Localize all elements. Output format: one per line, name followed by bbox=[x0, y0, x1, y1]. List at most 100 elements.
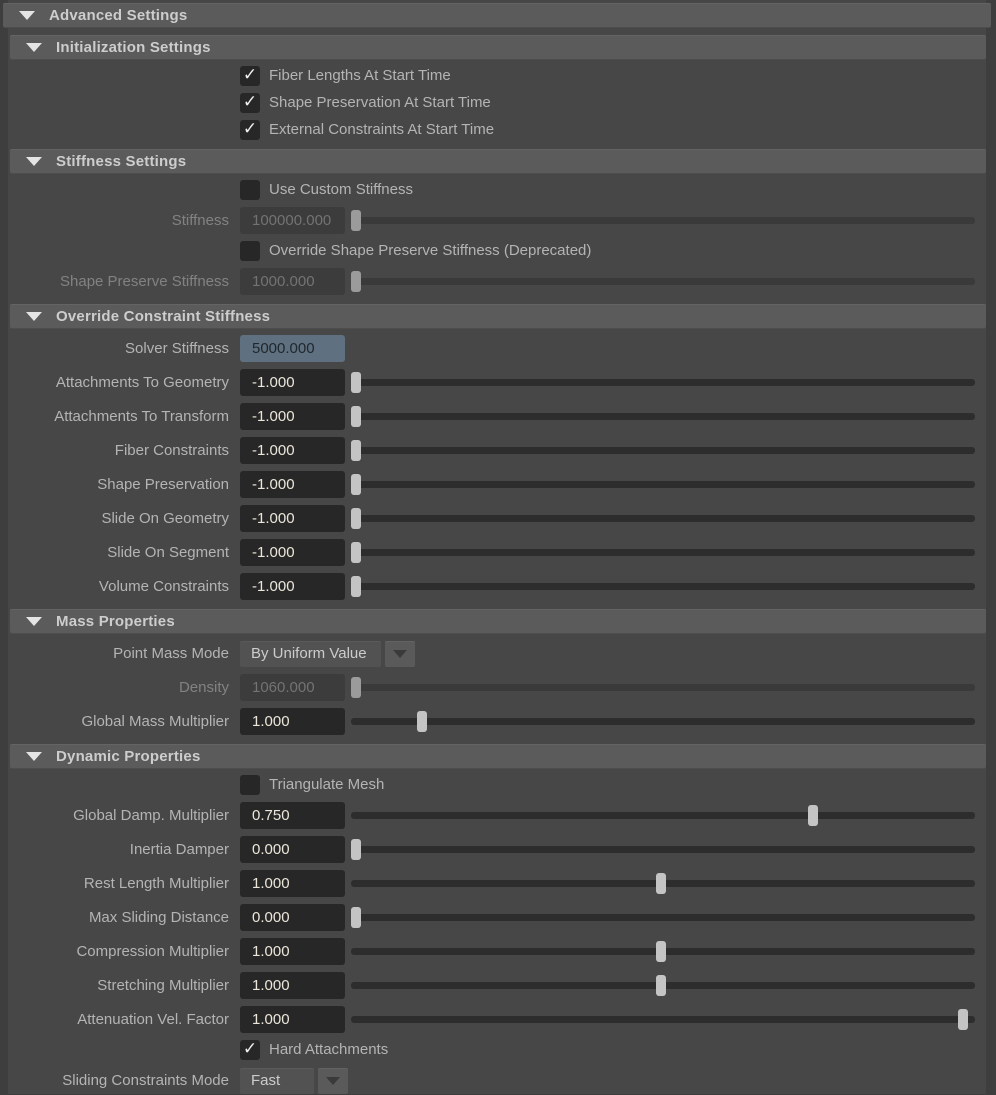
section-header-stiffness-settings[interactable]: Stiffness Settings bbox=[10, 149, 986, 174]
fiber-constraints-field[interactable]: -1.000 bbox=[240, 437, 345, 464]
collapse-arrow-icon[interactable] bbox=[26, 157, 42, 166]
shape-preserve-stiffness-field[interactable]: 1000.000 bbox=[240, 268, 345, 295]
global-mass-multiplier-slider-track[interactable] bbox=[351, 718, 975, 725]
attribute-row-fiber-lengths-at-start-time: ✓Fiber Lengths At Start Time bbox=[10, 64, 975, 87]
attenuation-vel-factor-slider-handle[interactable] bbox=[958, 1009, 968, 1030]
density-slider-track[interactable] bbox=[351, 684, 975, 691]
hard-attachments-checkbox[interactable]: ✓ bbox=[240, 1040, 260, 1060]
slide-on-segment-slider-handle[interactable] bbox=[351, 542, 361, 563]
shape-preservation-field[interactable]: -1.000 bbox=[240, 471, 345, 498]
solver-stiffness-field[interactable]: 5000.000 bbox=[240, 335, 345, 362]
stiffness-slider[interactable] bbox=[351, 206, 975, 235]
shape-preserve-stiffness-slider[interactable] bbox=[351, 267, 975, 296]
rest-length-multiplier-slider-handle[interactable] bbox=[656, 873, 666, 894]
compression-multiplier-field[interactable]: 1.000 bbox=[240, 938, 345, 965]
stiffness-field[interactable]: 100000.000 bbox=[240, 207, 345, 234]
attachments-to-transform-slider[interactable] bbox=[351, 402, 975, 431]
stretching-multiplier-field[interactable]: 1.000 bbox=[240, 972, 345, 999]
section-header-advanced-settings[interactable]: Advanced Settings bbox=[3, 3, 991, 28]
attachments-to-geometry-field[interactable]: -1.000 bbox=[240, 369, 345, 396]
collapse-arrow-icon[interactable] bbox=[26, 617, 42, 626]
attribute-row-fiber-constraints: Fiber Constraints-1.000 bbox=[10, 436, 975, 465]
sliding-constraints-mode-dropdown[interactable]: Fast bbox=[240, 1068, 314, 1094]
global-mass-multiplier-field[interactable]: 1.000 bbox=[240, 708, 345, 735]
global-damp-multiplier-field[interactable]: 0.750 bbox=[240, 802, 345, 829]
attenuation-vel-factor-slider[interactable] bbox=[351, 1005, 975, 1034]
slide-on-segment-slider[interactable] bbox=[351, 538, 975, 567]
global-mass-multiplier-slider-handle[interactable] bbox=[417, 711, 427, 732]
fiber-constraints-slider-handle[interactable] bbox=[351, 440, 361, 461]
attribute-row-triangulate-mesh: ✓Triangulate Mesh bbox=[10, 773, 975, 796]
global-mass-multiplier-slider[interactable] bbox=[351, 707, 975, 736]
inertia-damper-slider[interactable] bbox=[351, 835, 975, 864]
attenuation-vel-factor-field[interactable]: 1.000 bbox=[240, 1006, 345, 1033]
compression-multiplier-slider[interactable] bbox=[351, 937, 975, 966]
sliding-constraints-mode-dropdown-button[interactable] bbox=[318, 1068, 348, 1094]
density-slider-handle[interactable] bbox=[351, 677, 361, 698]
stiffness-slider-handle[interactable] bbox=[351, 210, 361, 231]
external-constraints-at-start-time-checkbox[interactable]: ✓ bbox=[240, 120, 260, 140]
attenuation-vel-factor-slider-track[interactable] bbox=[351, 1016, 975, 1023]
override-shape-preserve-stiffness-checkbox[interactable]: ✓ bbox=[240, 241, 260, 261]
collapse-arrow-icon[interactable] bbox=[26, 312, 42, 321]
attachments-to-geometry-slider-track[interactable] bbox=[351, 379, 975, 386]
volume-constraints-field[interactable]: -1.000 bbox=[240, 573, 345, 600]
stretching-multiplier-slider-handle[interactable] bbox=[656, 975, 666, 996]
volume-constraints-slider-track[interactable] bbox=[351, 583, 975, 590]
global-damp-multiplier-slider-track[interactable] bbox=[351, 812, 975, 819]
max-sliding-distance-slider[interactable] bbox=[351, 903, 975, 932]
max-sliding-distance-slider-handle[interactable] bbox=[351, 907, 361, 928]
slide-on-segment-label: Slide On Segment bbox=[10, 544, 229, 561]
volume-constraints-slider-handle[interactable] bbox=[351, 576, 361, 597]
slide-on-segment-field[interactable]: -1.000 bbox=[240, 539, 345, 566]
advanced-settings-panel: Advanced SettingsInitialization Settings… bbox=[8, 0, 986, 1094]
collapse-arrow-icon[interactable] bbox=[26, 752, 42, 761]
slide-on-segment-slider-track[interactable] bbox=[351, 549, 975, 556]
attachments-to-transform-slider-track[interactable] bbox=[351, 413, 975, 420]
fiber-constraints-slider[interactable] bbox=[351, 436, 975, 465]
global-damp-multiplier-slider-handle[interactable] bbox=[808, 805, 818, 826]
checkmark-icon: ✓ bbox=[243, 119, 257, 139]
rest-length-multiplier-slider[interactable] bbox=[351, 869, 975, 898]
fiber-lengths-at-start-time-checkbox[interactable]: ✓ bbox=[240, 66, 260, 86]
density-field[interactable]: 1060.000 bbox=[240, 674, 345, 701]
section-header-initialization-settings[interactable]: Initialization Settings bbox=[10, 35, 986, 60]
global-damp-multiplier-slider[interactable] bbox=[351, 801, 975, 830]
density-slider[interactable] bbox=[351, 673, 975, 702]
fiber-constraints-slider-track[interactable] bbox=[351, 447, 975, 454]
shape-preservation-slider-handle[interactable] bbox=[351, 474, 361, 495]
shape-preservation-slider[interactable] bbox=[351, 470, 975, 499]
point-mass-mode-dropdown[interactable]: By Uniform Value bbox=[240, 641, 381, 667]
section-header-override-constraint-stiffness[interactable]: Override Constraint Stiffness bbox=[10, 304, 986, 329]
stretching-multiplier-slider[interactable] bbox=[351, 971, 975, 1000]
shape-preservation-at-start-time-checkbox[interactable]: ✓ bbox=[240, 93, 260, 113]
attachments-to-geometry-slider-handle[interactable] bbox=[351, 372, 361, 393]
max-sliding-distance-slider-track[interactable] bbox=[351, 914, 975, 921]
collapse-arrow-icon[interactable] bbox=[26, 43, 42, 52]
inertia-damper-field[interactable]: 0.000 bbox=[240, 836, 345, 863]
shape-preservation-slider-track[interactable] bbox=[351, 481, 975, 488]
attachments-to-geometry-slider[interactable] bbox=[351, 368, 975, 397]
attachments-to-transform-field[interactable]: -1.000 bbox=[240, 403, 345, 430]
point-mass-mode-dropdown-button[interactable] bbox=[385, 641, 415, 667]
slide-on-geometry-slider-handle[interactable] bbox=[351, 508, 361, 529]
shape-preserve-stiffness-slider-handle[interactable] bbox=[351, 271, 361, 292]
rest-length-multiplier-field[interactable]: 1.000 bbox=[240, 870, 345, 897]
slide-on-geometry-field[interactable]: -1.000 bbox=[240, 505, 345, 532]
slide-on-geometry-slider-track[interactable] bbox=[351, 515, 975, 522]
use-custom-stiffness-checkbox[interactable]: ✓ bbox=[240, 180, 260, 200]
inertia-damper-slider-track[interactable] bbox=[351, 846, 975, 853]
triangulate-mesh-checkbox[interactable]: ✓ bbox=[240, 775, 260, 795]
attachments-to-transform-slider-handle[interactable] bbox=[351, 406, 361, 427]
volume-constraints-slider[interactable] bbox=[351, 572, 975, 601]
compression-multiplier-slider-handle[interactable] bbox=[656, 941, 666, 962]
section-header-dynamic-properties[interactable]: Dynamic Properties bbox=[10, 744, 986, 769]
collapse-arrow-icon[interactable] bbox=[19, 11, 35, 20]
stiffness-slider-track[interactable] bbox=[351, 217, 975, 224]
max-sliding-distance-label: Max Sliding Distance bbox=[10, 909, 229, 926]
inertia-damper-slider-handle[interactable] bbox=[351, 839, 361, 860]
shape-preserve-stiffness-slider-track[interactable] bbox=[351, 278, 975, 285]
section-header-mass-properties[interactable]: Mass Properties bbox=[10, 609, 986, 634]
slide-on-geometry-slider[interactable] bbox=[351, 504, 975, 533]
max-sliding-distance-field[interactable]: 0.000 bbox=[240, 904, 345, 931]
